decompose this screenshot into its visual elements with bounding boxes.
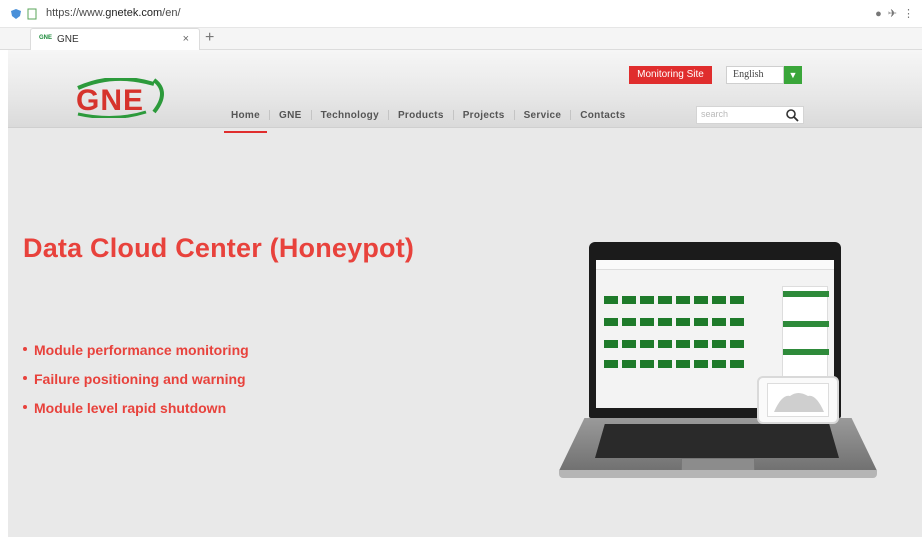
module-cell (694, 318, 708, 326)
module-cell (640, 360, 654, 368)
laptop-front-edge (559, 470, 877, 478)
screen-menu-bar (596, 260, 834, 270)
address-bar: https://www.gnetek.com/en/ ● ✈ ⋮ (0, 0, 922, 28)
shield-icon (11, 9, 21, 19)
feature-text: Module performance monitoring (34, 342, 249, 358)
main-nav: Home GNE Technology Products Projects Se… (222, 106, 634, 133)
module-cell (622, 318, 636, 326)
module-cell (730, 340, 744, 348)
menu-icon[interactable]: ⋮ (903, 7, 914, 20)
module-cell (712, 360, 726, 368)
module-cell (730, 296, 744, 304)
nav-home[interactable]: Home (222, 110, 269, 133)
module-cell (676, 340, 690, 348)
screen-side-panel (782, 286, 829, 378)
module-cell (622, 340, 636, 348)
module-cell (712, 340, 726, 348)
search-input[interactable]: search (701, 109, 728, 119)
nav-technology[interactable]: Technology (312, 110, 388, 121)
phone-chart-icon (774, 393, 824, 412)
hero-title: Data Cloud Center (Honeypot) (23, 233, 415, 263)
module-cell (694, 360, 708, 368)
module-cell (640, 296, 654, 304)
module-cell (604, 318, 618, 326)
nav-projects[interactable]: Projects (454, 110, 514, 121)
search-icon[interactable] (785, 108, 799, 122)
module-cell (676, 296, 690, 304)
module-cell (694, 340, 708, 348)
tab-title: GNE (57, 34, 79, 45)
nav-contacts[interactable]: Contacts (571, 110, 634, 121)
logo-text: GNE (76, 84, 145, 117)
feature-item: Failure positioning and warning (23, 371, 249, 400)
module-cell (604, 340, 618, 348)
module-cell (658, 318, 672, 326)
site-header: GNE Monitoring Site English ▼ Home GNE T… (8, 50, 922, 133)
feature-text: Module level rapid shutdown (34, 400, 227, 416)
module-cell (640, 318, 654, 326)
feature-text: Failure positioning and warning (34, 371, 246, 387)
bullet-icon (23, 347, 27, 352)
feature-list: Module performance monitoring Failure po… (23, 342, 249, 429)
url-field[interactable]: https://www.gnetek.com/en/ (46, 7, 181, 19)
laptop-image (553, 242, 883, 492)
language-select[interactable]: English (726, 66, 784, 84)
nav-products[interactable]: Products (389, 110, 453, 121)
close-tab-icon[interactable]: × (183, 33, 189, 45)
bullet-icon (23, 376, 27, 381)
feature-item: Module performance monitoring (23, 342, 249, 371)
tab-strip: GNE GNE × + (0, 28, 922, 50)
feature-item: Module level rapid shutdown (23, 400, 249, 429)
nav-gne[interactable]: GNE (270, 110, 311, 121)
chevron-down-icon[interactable]: ▼ (784, 66, 802, 84)
module-cell (640, 340, 654, 348)
search-box[interactable]: search (696, 106, 804, 124)
favicon-icon: GNE (39, 35, 53, 41)
module-cell (622, 360, 636, 368)
module-cell (712, 318, 726, 326)
gne-logo[interactable]: GNE (74, 78, 170, 118)
website: GNE Monitoring Site English ▼ Home GNE T… (8, 50, 922, 537)
module-cell (694, 296, 708, 304)
phone-image (757, 376, 839, 424)
module-cell (676, 360, 690, 368)
new-tab-button[interactable]: + (205, 29, 214, 47)
phone-screen (767, 383, 829, 417)
bullet-icon (23, 405, 27, 410)
module-cell (730, 318, 744, 326)
module-cell (622, 296, 636, 304)
module-cell (604, 360, 618, 368)
module-cell (676, 318, 690, 326)
rocket-icon[interactable]: ✈ (888, 7, 897, 20)
module-cell (658, 340, 672, 348)
monitoring-site-button[interactable]: Monitoring Site (629, 66, 712, 84)
nav-service[interactable]: Service (515, 110, 571, 121)
module-cell (712, 296, 726, 304)
page-icon (27, 8, 37, 20)
module-cell (658, 296, 672, 304)
module-cell (730, 360, 744, 368)
module-cell (604, 296, 618, 304)
module-cell (658, 360, 672, 368)
tab-gne[interactable]: GNE GNE × (30, 28, 200, 50)
laptop-keyboard (595, 424, 839, 458)
extension-icon[interactable]: ● (875, 8, 882, 20)
browser-extensions: ● ✈ ⋮ (875, 7, 914, 21)
